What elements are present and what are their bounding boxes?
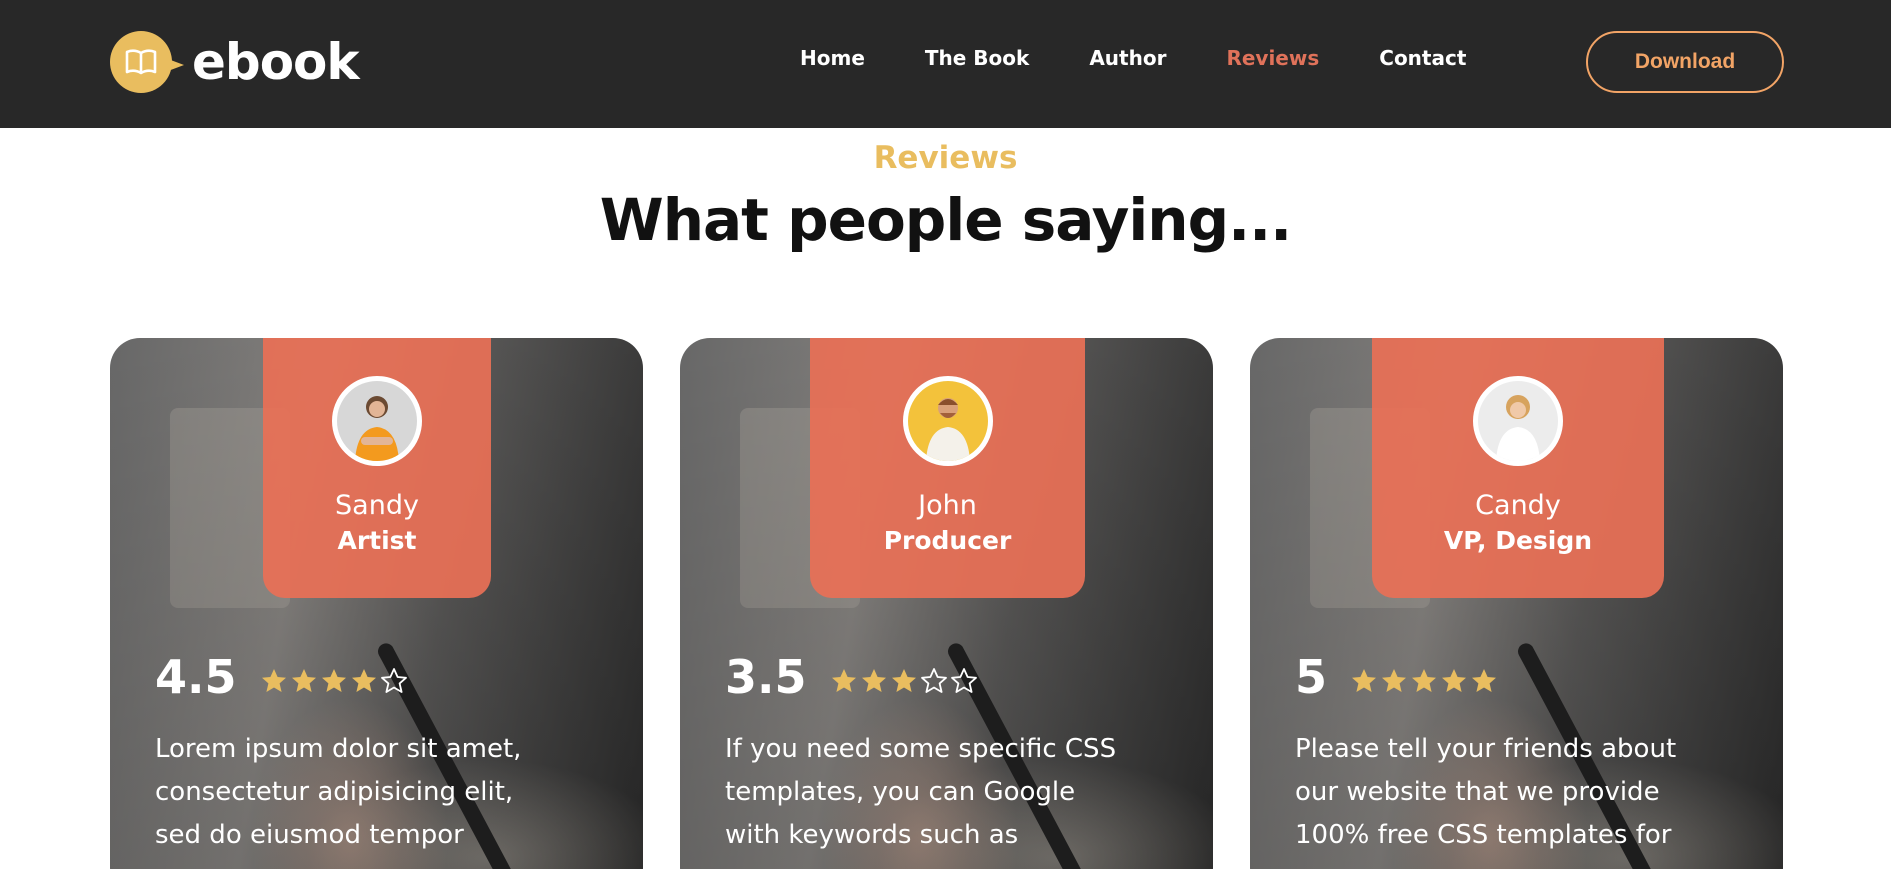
star-filled-icon bbox=[1442, 669, 1467, 692]
section-title: What people saying... bbox=[599, 186, 1292, 254]
reviewer-panel: John Producer bbox=[810, 338, 1085, 598]
star-outline-icon bbox=[380, 668, 407, 693]
reviewer-name: John bbox=[918, 490, 977, 521]
reviewer-panel: Sandy Artist bbox=[263, 338, 491, 598]
brand-logo[interactable]: ebook bbox=[110, 30, 360, 94]
nav-contact[interactable]: Contact bbox=[1379, 46, 1466, 70]
reviewer-role: VP, Design bbox=[1443, 526, 1593, 555]
review-text-line: our website that we provide bbox=[1295, 777, 1660, 807]
review-text-line: templates, you can Google bbox=[725, 777, 1076, 807]
rating: 5 bbox=[1295, 650, 1499, 704]
star-filled-icon bbox=[1382, 669, 1407, 692]
rating: 3.5 bbox=[725, 650, 979, 704]
reviewer-name: Sandy bbox=[335, 490, 419, 521]
top-navbar: ebook Home The Book Author Reviews Conta… bbox=[0, 0, 1891, 128]
avatar bbox=[1473, 376, 1563, 466]
star-filled-icon bbox=[261, 669, 286, 692]
star-filled-icon bbox=[891, 669, 916, 692]
nav-author[interactable]: Author bbox=[1089, 46, 1166, 70]
review-card: John Producer 3.5 If you need some speci… bbox=[680, 338, 1213, 869]
review-text-line: Please tell your friends about bbox=[1295, 734, 1677, 764]
star-rating bbox=[259, 666, 409, 696]
book-icon bbox=[110, 31, 184, 93]
avatar bbox=[902, 376, 993, 466]
review-card: Candy VP, Design 5 Please tell your frie… bbox=[1250, 338, 1783, 869]
review-card: Sandy Artist 4.5 Lorem ipsum dolor sit a… bbox=[110, 338, 643, 869]
star-filled-icon bbox=[351, 669, 376, 692]
review-text: If you need some specific CSS templates,… bbox=[725, 728, 1165, 857]
main-nav: Home The Book Author Reviews Contact bbox=[800, 46, 1466, 70]
brand-name: ebook bbox=[192, 33, 360, 91]
review-text: Please tell your friends about our websi… bbox=[1295, 728, 1735, 857]
review-text: Lorem ipsum dolor sit amet, consectetur … bbox=[155, 728, 595, 857]
rating: 4.5 bbox=[155, 650, 409, 704]
star-filled-icon bbox=[1472, 669, 1497, 692]
star-filled-icon bbox=[1412, 669, 1437, 692]
star-outline-icon bbox=[950, 668, 977, 693]
star-filled-icon bbox=[291, 669, 316, 692]
review-text-line: 100% free CSS templates for bbox=[1295, 820, 1672, 850]
star-rating bbox=[829, 666, 979, 696]
nav-home[interactable]: Home bbox=[800, 46, 865, 70]
review-text-line: with keywords such as bbox=[725, 820, 1019, 850]
star-filled-icon bbox=[1352, 669, 1377, 692]
rating-value: 4.5 bbox=[155, 650, 237, 704]
reviewer-role: Producer bbox=[883, 526, 1012, 555]
download-button[interactable]: Download bbox=[1586, 31, 1784, 93]
nav-reviews[interactable]: Reviews bbox=[1226, 46, 1319, 70]
star-outline-icon bbox=[920, 668, 947, 693]
review-text-line: If you need some specific CSS bbox=[725, 734, 1117, 764]
star-filled-icon bbox=[861, 669, 886, 692]
rating-value: 5 bbox=[1295, 650, 1328, 704]
reviewer-role: Artist bbox=[337, 526, 417, 555]
section-eyebrow: Reviews bbox=[873, 140, 1018, 176]
review-text-line: sed do eiusmod tempor bbox=[155, 820, 464, 850]
review-text-line: Lorem ipsum dolor sit amet, bbox=[155, 734, 522, 764]
star-filled-icon bbox=[321, 669, 346, 692]
star-filled-icon bbox=[831, 669, 856, 692]
reviewer-panel: Candy VP, Design bbox=[1372, 338, 1664, 598]
reviewer-name: Candy bbox=[1475, 490, 1561, 521]
review-text-line: consectetur adipisicing elit, bbox=[155, 777, 514, 807]
star-rating bbox=[1349, 666, 1499, 696]
rating-value: 3.5 bbox=[725, 650, 807, 704]
nav-the-book[interactable]: The Book bbox=[925, 46, 1029, 70]
avatar bbox=[332, 376, 422, 466]
